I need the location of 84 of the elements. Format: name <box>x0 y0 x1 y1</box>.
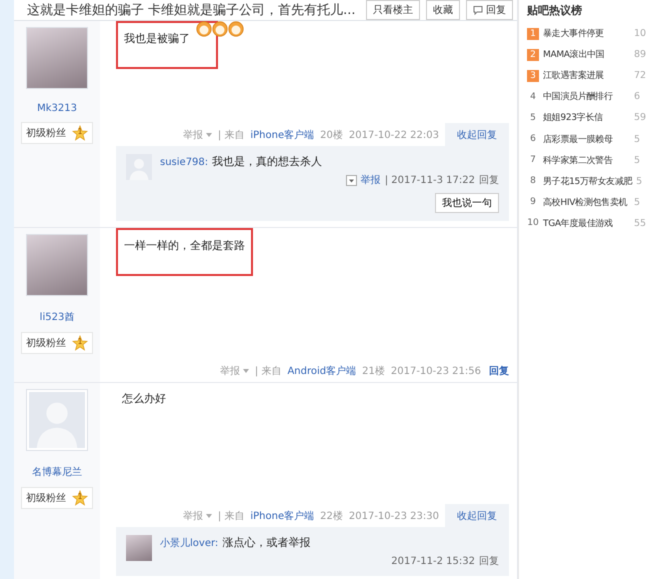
topic-count: 89 <box>634 49 648 60</box>
highlighted-post-text: 我也是被骗了 <box>116 21 218 69</box>
smiley-emoticon-icon <box>196 21 212 37</box>
topic-count: 5 <box>636 176 644 187</box>
dropdown-icon[interactable] <box>346 174 357 186</box>
rank-number: 9 <box>529 196 537 208</box>
topic-count: 5 <box>634 196 642 208</box>
topic-count: 72 <box>634 70 648 82</box>
caret-icon[interactable] <box>242 369 249 373</box>
star-level-icon: 1 <box>72 125 88 141</box>
toolbar-button[interactable]: 收藏 <box>426 0 460 20</box>
star-level-icon: 1 <box>72 490 88 506</box>
hot-topic-link[interactable]: 姐姐923字长信 <box>543 111 630 124</box>
username-link[interactable]: Mk3213 <box>37 103 77 114</box>
reply-time: | 2017-11-3 17:22 <box>384 174 475 186</box>
topic-count: 59 <box>634 112 648 124</box>
reply-author-link[interactable]: 小景儿lover: <box>160 536 218 550</box>
add-comment-button[interactable]: 我也说一句 <box>435 193 499 213</box>
floor-number: 22楼 <box>320 510 343 523</box>
rank-number: 2 <box>527 48 539 61</box>
username-link[interactable]: li523酋 <box>40 310 74 324</box>
avatar-photo-placeholder[interactable] <box>26 234 88 296</box>
client-link[interactable]: iPhone客户端 <box>250 128 314 142</box>
reply-link[interactable]: 回复 <box>487 359 509 383</box>
reply-text: 涨点心，或者举报 <box>222 535 310 550</box>
client-link[interactable]: iPhone客户端 <box>250 509 314 523</box>
avatar-photo-placeholder[interactable] <box>26 27 88 89</box>
hot-topic-link[interactable]: 科学家第二次警告 <box>543 154 630 167</box>
rank-number: 7 <box>529 154 537 166</box>
star-level-icon: 1 <box>72 335 88 351</box>
badge-label: 初级粉丝 <box>26 126 66 140</box>
topic-count: 5 <box>634 134 642 145</box>
hot-topic-link[interactable]: 中国演员片酬排行 <box>543 90 630 104</box>
client-link[interactable]: Android客户端 <box>287 364 356 378</box>
reply-author-link[interactable]: susie798: <box>160 157 208 168</box>
hot-topic-link[interactable]: 店彩票最一膜赖母 <box>543 132 630 146</box>
hot-topic-link[interactable]: 男子花15万帮女友减肥 <box>543 174 632 188</box>
caret-icon[interactable] <box>206 133 212 137</box>
reply-time: 2017-11-2 15:32 <box>391 556 475 566</box>
badge-label: 初级粉丝 <box>26 492 66 505</box>
post-time: 2017-10-23 23:30 <box>348 510 439 522</box>
reply-link[interactable]: 回复 <box>479 173 499 187</box>
hot-list-title: 贴吧热议榜 <box>527 3 583 18</box>
hot-topic-link[interactable]: 江歌遇害案进展 <box>543 69 630 82</box>
toolbar-button[interactable]: 只看楼主 <box>366 0 420 20</box>
thread-title: 这就是卡维妲的骗子 卡维妲就是骗子公司，首先有托儿... <box>27 2 357 19</box>
source-label: | 来自 <box>218 128 244 142</box>
floor-number: 21楼 <box>362 364 385 378</box>
avatar-silhouette-icon[interactable] <box>26 389 88 451</box>
rank-number: 1 <box>527 28 539 40</box>
smiley-emoticon-icon <box>228 21 244 37</box>
floor-number: 20楼 <box>320 128 343 142</box>
avatar-photo-placeholder[interactable] <box>126 535 152 561</box>
source-label: | 来自 <box>254 364 282 378</box>
source-label: | 来自 <box>218 510 244 523</box>
post-text: 怎么办好 <box>121 391 167 407</box>
rank-number: 6 <box>529 133 537 146</box>
rank-number: 3 <box>527 70 539 82</box>
hot-topic-link[interactable]: 高校HIV检测包售卖机 <box>543 196 630 209</box>
rank-number: 4 <box>529 90 537 103</box>
reply-link[interactable]: 回复 <box>479 554 499 568</box>
reply-button[interactable]: 回复 <box>466 0 513 20</box>
topic-count: 5 <box>634 154 642 166</box>
topic-count: 55 <box>634 218 648 229</box>
username-link[interactable]: 名博幕尼兰 <box>32 465 82 479</box>
topic-count: 10 <box>634 28 648 40</box>
speech-bubble-icon <box>473 5 483 15</box>
report-link[interactable]: 举报 <box>360 173 381 187</box>
smiley-emoticon-icon <box>212 21 228 37</box>
badge-label: 初级粉丝 <box>26 336 66 350</box>
post-time: 2017-10-22 22:03 <box>348 130 439 140</box>
rank-number: 10 <box>527 217 539 230</box>
post-time: 2017-10-23 21:56 <box>390 366 481 376</box>
topic-count: 6 <box>634 91 642 102</box>
hot-topic-link[interactable]: MAMA滚出中国 <box>543 48 630 62</box>
hot-topic-link[interactable]: TGA年度最佳游戏 <box>543 216 630 230</box>
rank-number: 8 <box>529 175 537 188</box>
collapse-replies-tab[interactable]: 收起回复 <box>445 123 509 147</box>
reply-text: 我也是，真的想去杀人 <box>212 154 322 169</box>
collapse-replies-tab[interactable]: 收起回复 <box>445 504 509 528</box>
caret-icon[interactable] <box>206 514 212 518</box>
hot-topic-link[interactable]: 暴走大事件停更 <box>543 27 630 40</box>
highlighted-post-text: 一样一样的，全都是套路 <box>116 228 253 276</box>
rank-number: 5 <box>529 112 537 124</box>
